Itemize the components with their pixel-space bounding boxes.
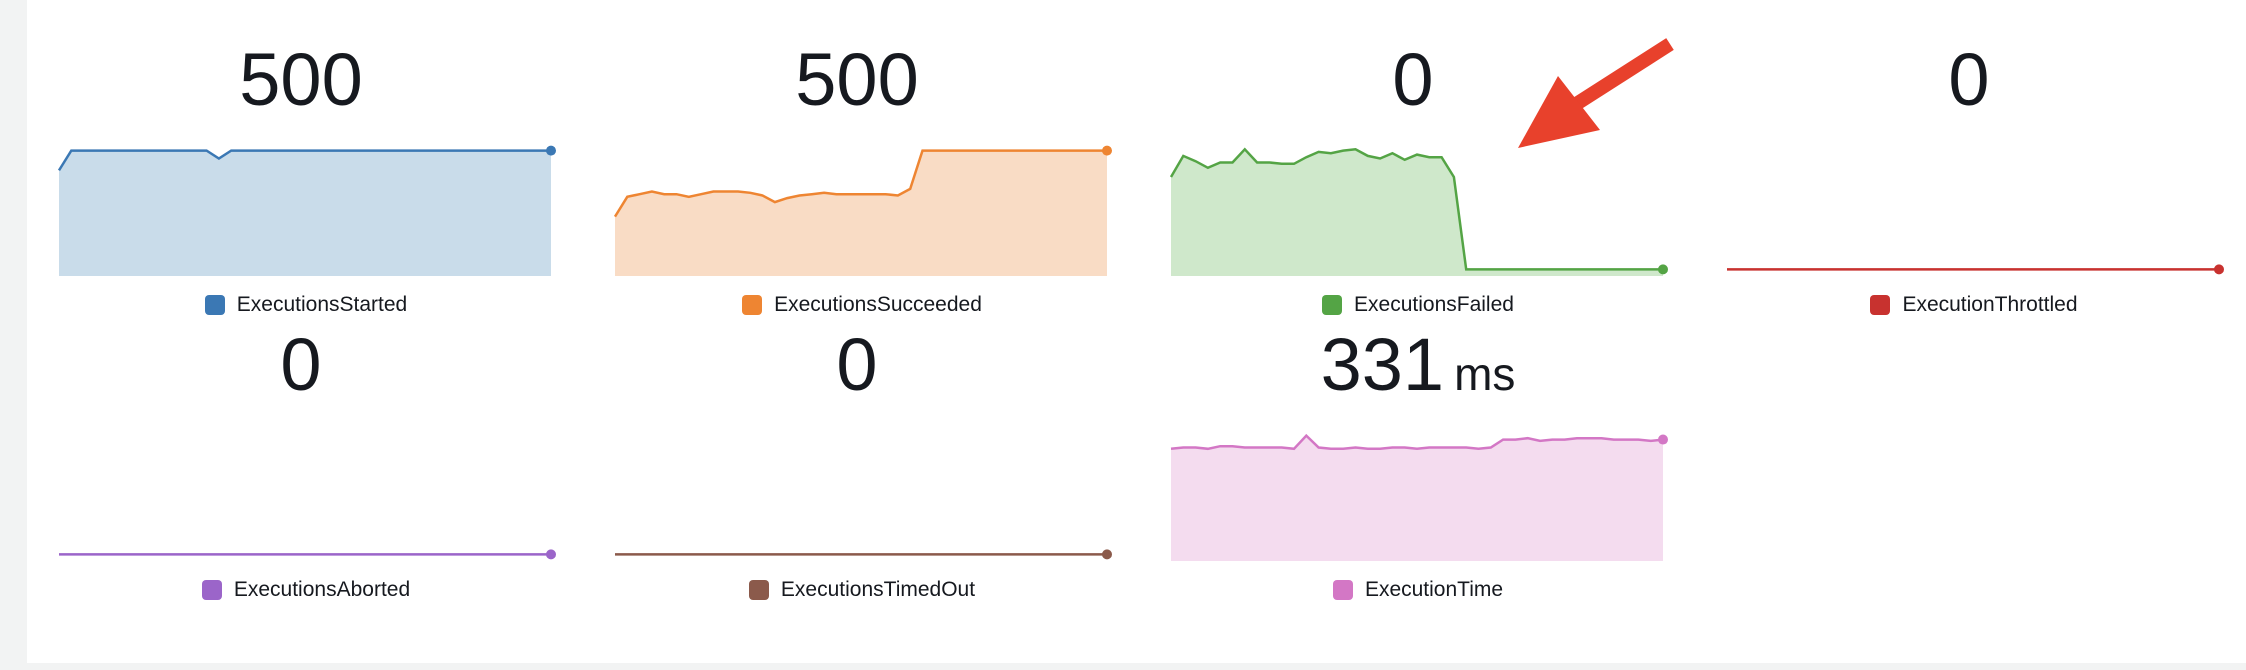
sparkline-area — [1171, 149, 1663, 276]
metric-value: 0 — [1392, 38, 1434, 121]
legend-swatch — [1332, 580, 1353, 600]
sparkline-end-dot — [1102, 145, 1112, 156]
metrics-dashboard: 500 ExecutionsStarted 500 ExecutionsSucc… — [27, 0, 2246, 663]
sparkline-area — [59, 150, 551, 276]
sparkline-executions-started — [57, 145, 556, 276]
widget-executions-succeeded[interactable]: 500 ExecutionsSucceeded — [613, 0, 1112, 316]
sparkline-end-dot — [1658, 434, 1668, 445]
widget-executions-started[interactable]: 500 ExecutionsStarted — [57, 0, 556, 316]
metric-value: 500 — [795, 38, 919, 121]
sparkline-end-dot — [1658, 264, 1668, 275]
sparkline-executions-failed — [1169, 147, 1668, 276]
sparkline-executions-aborted — [59, 549, 556, 560]
sparkline-executions-succeeded — [613, 145, 1112, 276]
sparkline-executions-timed-out — [615, 549, 1112, 560]
legend-swatch — [748, 580, 769, 600]
sparkline-execution-throttled — [1727, 264, 2224, 275]
legend: ExecutionTime — [1171, 578, 1665, 602]
widget-execution-throttled[interactable]: 0 ExecutionThrottled — [1727, 0, 2224, 316]
legend-label: ExecutionTime — [1364, 578, 1504, 601]
sparkline-area — [615, 150, 1107, 276]
legend-label: ExecutionsAborted — [233, 578, 411, 601]
sparkline-end-dot — [546, 549, 556, 560]
widget-executions-failed[interactable]: 0 ExecutionsFailed — [1169, 0, 1668, 316]
widget-executions-timed-out[interactable]: 0 ExecutionsTimedOut — [615, 285, 1112, 601]
sparkline-end-dot — [1102, 549, 1112, 560]
widget-executions-aborted[interactable]: 0 ExecutionsAborted — [59, 285, 556, 601]
legend: ExecutionsAborted — [59, 578, 553, 602]
sparkline-end-dot — [546, 145, 556, 156]
legend-swatch — [1870, 295, 1891, 315]
metric-value: 331 ms — [1320, 323, 1516, 406]
metric-value: 0 — [1948, 38, 1990, 121]
legend-swatch — [201, 580, 222, 600]
metric-value: 0 — [280, 323, 322, 406]
metric-value: 0 — [836, 323, 878, 406]
legend: ExecutionThrottled — [1727, 293, 2221, 317]
legend: ExecutionsTimedOut — [615, 578, 1109, 602]
metric-value: 500 — [239, 38, 363, 121]
legend-label: ExecutionThrottled — [1902, 293, 2078, 316]
legend-label: ExecutionsTimedOut — [780, 578, 976, 601]
sparkline-area — [1171, 435, 1663, 561]
widget-execution-time[interactable]: 331 ms ExecutionTime — [1170, 285, 1668, 601]
sparkline-execution-time — [1170, 433, 1668, 561]
sparkline-end-dot — [2214, 264, 2224, 275]
